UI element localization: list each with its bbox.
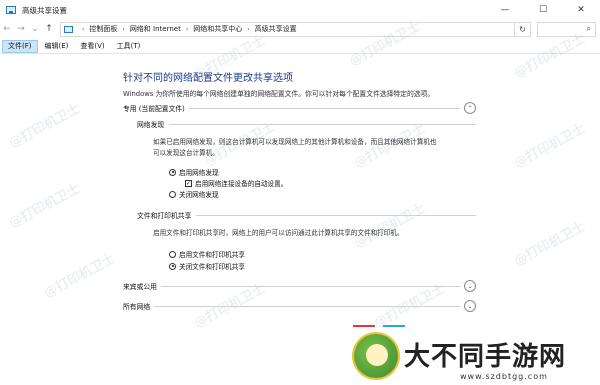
radio-disable-network-discovery[interactable]: 关闭网络发现 [169, 189, 219, 199]
option-label: 启用网络发现 [179, 169, 219, 177]
watermark: @打印机卫士 [511, 121, 588, 172]
search-input[interactable]: ⌕ [537, 21, 596, 37]
logo-url: www.szdbtgg.com [460, 372, 548, 381]
divider [160, 285, 460, 287]
divider [188, 107, 460, 109]
close-button[interactable]: ✕ [562, 0, 600, 20]
maximize-button[interactable]: ☐ [524, 0, 562, 20]
radio-enable-file-sharing[interactable]: 启用文件和打印机共享 [169, 249, 245, 259]
breadcrumb-separator-icon: › [122, 25, 125, 33]
breadcrumb-item[interactable]: 控制面板 [89, 24, 117, 34]
radio-unselected-icon [169, 250, 176, 258]
history-chevron-icon[interactable]: ⌄ [28, 21, 42, 37]
profile-guest-header[interactable]: 来宾或公用 ⌄ [123, 280, 476, 292]
profile-private-header[interactable]: 专用 (当前配置文件) ⌃ [123, 102, 476, 114]
menu-bar: 文件(F) 编辑(E) 查看(V) 工具(T) [0, 39, 600, 54]
radio-unselected-icon [169, 190, 176, 198]
logo-name: 大不同手游网 [404, 342, 567, 372]
search-icon: ⌕ [586, 24, 591, 33]
option-label: 启用文件和打印机共享 [179, 251, 245, 259]
logo-emblem-icon [354, 334, 398, 378]
menu-edit[interactable]: 编辑(E) [40, 40, 74, 53]
chevron-up-icon[interactable]: ⌃ [464, 102, 476, 114]
divider [154, 305, 460, 307]
watermark: @打印机卫士 [41, 251, 118, 302]
chevron-down-icon[interactable]: ⌄ [464, 280, 476, 292]
description-line: 如果已启用网络发现，则这台计算机可以发现网络上的其他计算机和设备，而且其他网络计… [153, 138, 437, 146]
page-title: 针对不同的网络配置文件更改共享选项 [123, 73, 293, 84]
radio-selected-icon [169, 168, 176, 176]
site-logo: 大不同手游网 www.szdbtgg.com [350, 330, 600, 385]
checkbox-checked-icon: ✓ [185, 179, 192, 187]
watermark: @打印机卫士 [511, 219, 588, 270]
accent-line-blue [383, 325, 405, 327]
file-sharing-header: 文件和打印机共享 [137, 209, 476, 221]
checkbox-auto-setup[interactable]: ✓ 启用网络连接设备的自动设置。 [185, 178, 287, 188]
divider [196, 214, 476, 216]
page-description: Windows 为你所使用的每个网络创建单独的网络配置文件。你可以针对每个配置文… [123, 90, 435, 98]
description-line: 可以发现这台计算机。 [153, 149, 219, 157]
window-controls: — ☐ ✕ [486, 0, 600, 20]
forward-arrow-icon[interactable]: → [14, 21, 28, 37]
menu-tools[interactable]: 工具(T) [112, 40, 146, 53]
control-panel-icon [64, 25, 73, 33]
accent-line-red [353, 325, 375, 327]
window-title: 高级共享设置 [22, 5, 67, 15]
breadcrumb-separator-icon: › [247, 25, 250, 33]
option-label: 关闭网络发现 [179, 191, 219, 199]
title-bar: 高级共享设置 — ☐ ✕ [0, 0, 600, 20]
divider [169, 123, 476, 125]
radio-enable-network-discovery[interactable]: 启用网络发现 [169, 167, 219, 177]
watermark: @打印机卫士 [6, 181, 83, 232]
menu-view[interactable]: 查看(V) [75, 40, 109, 53]
file-sharing-description: 启用文件和打印机共享时，网络上的用户可以访问通过此计算机共享的文件和打印机。 [153, 229, 404, 237]
network-discovery-description: 如果已启用网络发现，则这台计算机可以发现网络上的其他计算机和设备，而且其他网络计… [153, 137, 473, 159]
chevron-down-icon[interactable]: ⌄ [464, 300, 476, 312]
network-discovery-label: 网络发现 [137, 121, 165, 129]
breadcrumb[interactable]: › 控制面板 › 网络和 Internet › 网络和共享中心 › 高级共享设置 [60, 21, 515, 37]
watermark: @打印机卫士 [351, 201, 428, 252]
breadcrumb-item[interactable]: 网络和 Internet [130, 24, 181, 34]
watermark: @打印机卫士 [6, 101, 83, 152]
profile-all-header[interactable]: 所有网络 ⌄ [123, 300, 476, 312]
minimize-button[interactable]: — [486, 0, 524, 20]
radio-disable-file-sharing[interactable]: 关闭文件和打印机共享 [169, 261, 245, 271]
breadcrumb-separator-icon: › [185, 25, 189, 33]
breadcrumb-separator-icon: › [82, 25, 85, 33]
refresh-icon[interactable]: ↻ [515, 21, 531, 37]
menu-file[interactable]: 文件(F) [2, 39, 38, 53]
profile-private-label: 专用 (当前配置文件) [123, 105, 185, 113]
radio-selected-icon [169, 262, 176, 270]
breadcrumb-item[interactable]: 高级共享设置 [255, 24, 297, 34]
network-discovery-header: 网络发现 [137, 118, 476, 130]
profile-guest-label: 来宾或公用 [123, 283, 157, 291]
back-arrow-icon[interactable]: ← [0, 21, 14, 37]
network-folder-icon [6, 6, 16, 14]
up-arrow-icon[interactable]: ↑ [42, 21, 56, 37]
option-label: 关闭文件和打印机共享 [179, 263, 245, 271]
breadcrumb-item[interactable]: 网络和共享中心 [193, 24, 242, 34]
address-bar: ← → ⌄ ↑ › 控制面板 › 网络和 Internet › 网络和共享中心 … [0, 20, 600, 38]
profile-all-label: 所有网络 [123, 303, 151, 311]
option-label: 启用网络连接设备的自动设置。 [195, 180, 288, 188]
file-sharing-label: 文件和打印机共享 [137, 212, 192, 220]
